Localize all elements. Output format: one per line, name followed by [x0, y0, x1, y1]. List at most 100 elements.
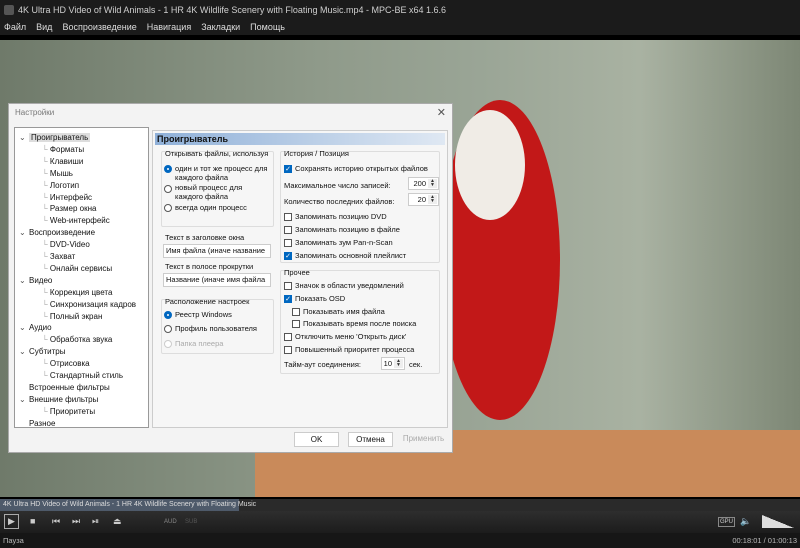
menu-bookmarks[interactable]: Закладки — [201, 22, 240, 32]
show-osd-checkbox[interactable]: ✓ — [284, 295, 292, 303]
volume-icon[interactable]: 🔈 — [740, 516, 751, 527]
subtitle-track-button[interactable]: SUB — [185, 519, 197, 525]
checkbox-label: Повышенный приоритет процесса — [295, 345, 415, 354]
prev-icon[interactable]: ⏮ — [52, 516, 60, 527]
spin-arrows-icon[interactable]: ▲ ▼ — [428, 195, 437, 204]
radio-label: всегда один процесс — [175, 203, 247, 212]
next-icon[interactable]: ⏭ — [72, 516, 80, 527]
tree-item[interactable]: ⌄ Внешние фильтры — [19, 394, 98, 405]
checkbox-label: Значок в области уведомлений — [295, 281, 404, 290]
tree-item[interactable]: ⌄ Проигрыватель — [19, 132, 91, 143]
apply-button[interactable]: Применить — [401, 432, 446, 447]
checkbox-label: Показать OSD — [295, 294, 346, 303]
tree-item[interactable]: ⌄ Воспроизведение — [19, 227, 95, 238]
radio-user-profile[interactable] — [164, 325, 172, 333]
dialog-title: Настройки — [15, 108, 55, 117]
frame-step-icon[interactable]: ⏯ — [92, 516, 99, 527]
open-files-title: Открывать файлы, используя — [165, 149, 269, 158]
remember-playlist-checkbox[interactable]: ✓ — [284, 252, 292, 260]
window-title-text-label: Текст в заголовке окна — [165, 233, 245, 242]
tree-item[interactable]: └ Коррекция цвета — [42, 287, 112, 298]
tree-item[interactable]: └ DVD-Video — [42, 239, 90, 250]
tree-item-label: Приоритеты — [49, 406, 96, 416]
menu-play[interactable]: Воспроизведение — [62, 22, 136, 32]
chevron-down-icon: ⌄ — [19, 347, 26, 357]
disable-open-disc-checkbox[interactable] — [284, 333, 292, 341]
checkbox-label: Запоминать основной плейлист — [295, 251, 407, 260]
menu-navigate[interactable]: Навигация — [147, 22, 191, 32]
seek-text: 4K Ultra HD Video of Wild Animals - 1 HR… — [3, 501, 257, 508]
checkbox-label: Запоминать позицию в файле — [295, 225, 400, 234]
tree-item-label: Видео — [29, 275, 53, 285]
radio-registry[interactable] — [164, 311, 172, 319]
remember-file-pos-checkbox[interactable] — [284, 226, 292, 234]
ok-button[interactable]: OK — [294, 432, 339, 447]
tree-item[interactable]: └ Стандартный стиль — [42, 370, 123, 381]
remember-dvd-checkbox[interactable] — [284, 213, 292, 221]
volume-slider[interactable] — [762, 515, 794, 528]
radio-label: один и тот же процесс для — [175, 164, 268, 173]
spin-arrows-icon[interactable]: ▲ ▼ — [428, 179, 437, 188]
radio-label: новый процесс для — [175, 183, 243, 192]
tree-item[interactable]: └ Интерфейс — [42, 192, 92, 203]
tree-item-label: Субтитры — [29, 347, 66, 357]
seek-bar[interactable]: 4K Ultra HD Video of Wild Animals - 1 HR… — [0, 499, 800, 511]
tree-item[interactable]: └ Отрисовка — [42, 358, 90, 369]
tree-item-label: Стандартный стиль — [49, 371, 124, 380]
tree-item[interactable]: └ Web-интерфейс — [42, 215, 110, 226]
spin-arrows-icon[interactable]: ▲ ▼ — [394, 359, 403, 368]
tree-item[interactable]: └ Онлайн сервисы — [42, 263, 112, 274]
tree-item[interactable]: └ Мышь — [42, 168, 73, 179]
tree-item-label: Полный экран — [49, 311, 103, 321]
eject-icon[interactable]: ⏏ — [113, 516, 122, 527]
recent-files-spin[interactable]: 20 ▲ ▼ — [408, 193, 439, 206]
remember-pan-scan-checkbox[interactable] — [284, 239, 292, 247]
cancel-button[interactable]: Отмена — [348, 432, 393, 447]
timeout-spin[interactable]: 10 ▲ ▼ — [381, 357, 405, 370]
play-icon[interactable]: ▶ — [4, 514, 19, 529]
stop-icon[interactable]: ■ — [30, 516, 35, 526]
tree-item[interactable]: └ Обработка звука — [42, 334, 112, 345]
radio-always-one[interactable] — [164, 204, 172, 212]
tree-item[interactable]: └ Захват — [42, 251, 75, 262]
menu-view[interactable]: Вид — [36, 22, 52, 32]
tree-item-label: Захват — [49, 252, 76, 261]
menu-file[interactable]: Файл — [4, 22, 26, 32]
tree-item[interactable]: └ Полный экран — [42, 311, 102, 322]
tree-item[interactable]: └ Размер окна — [42, 203, 96, 214]
high-priority-checkbox[interactable] — [284, 346, 292, 354]
radio-new-process[interactable] — [164, 185, 172, 193]
chevron-down-icon: ⌄ — [19, 323, 26, 333]
tree-item[interactable]: Разное — [19, 418, 55, 429]
tree-item-label: Аудио — [29, 323, 52, 333]
tree-item-label: Web-интерфейс — [49, 216, 110, 226]
tree-item[interactable]: └ Приоритеты — [42, 406, 95, 417]
close-icon[interactable]: ✕ — [437, 106, 446, 119]
tree-item-label: Синхронизация кадров — [49, 299, 137, 309]
audio-track-button[interactable]: AUD — [164, 519, 177, 525]
show-filename-checkbox[interactable] — [292, 308, 300, 316]
tree-item[interactable]: ⌄ Видео — [19, 275, 52, 286]
control-bar: ▶ ■ ⏮ ⏭ ⏯ ⏏ AUD SUB GPU 🔈 — [0, 511, 800, 533]
window-title-text-select[interactable]: Имя файла (иначе название — [163, 244, 271, 258]
save-history-checkbox[interactable]: ✓ — [284, 165, 292, 173]
tree-item[interactable]: Встроенные фильтры — [19, 382, 110, 393]
tree-item[interactable]: └ Синхронизация кадров — [42, 299, 136, 310]
tree-item[interactable]: └ Логотип — [42, 180, 79, 191]
menu-help[interactable]: Помощь — [250, 22, 285, 32]
settings-dialog: Настройки ✕ ⌄ Проигрыватель └ Форматы └ Кла… — [8, 103, 453, 453]
tree-item[interactable]: ⌄ Аудио — [19, 322, 52, 333]
tree-item[interactable]: └ Форматы — [42, 144, 84, 155]
tree-item-label: Коррекция цвета — [49, 287, 113, 297]
tray-icon-checkbox[interactable] — [284, 282, 292, 290]
tree-item[interactable]: └ Клавиши — [42, 156, 83, 167]
tree-item-label: DVD-Video — [49, 240, 90, 250]
checkbox-label: Показывать имя файла — [303, 307, 385, 316]
tree-item[interactable]: ⌄ Субтитры — [19, 346, 65, 357]
scroll-text-select[interactable]: Название (иначе имя файла — [163, 273, 271, 287]
show-seek-time-checkbox[interactable] — [292, 320, 300, 328]
radio-label: Папка плеера — [175, 339, 224, 348]
max-entries-spin[interactable]: 200 ▲ ▼ — [408, 177, 439, 190]
radio-same-process[interactable] — [164, 165, 172, 173]
timeout-label: Тайм-аут соединения: — [284, 360, 361, 369]
